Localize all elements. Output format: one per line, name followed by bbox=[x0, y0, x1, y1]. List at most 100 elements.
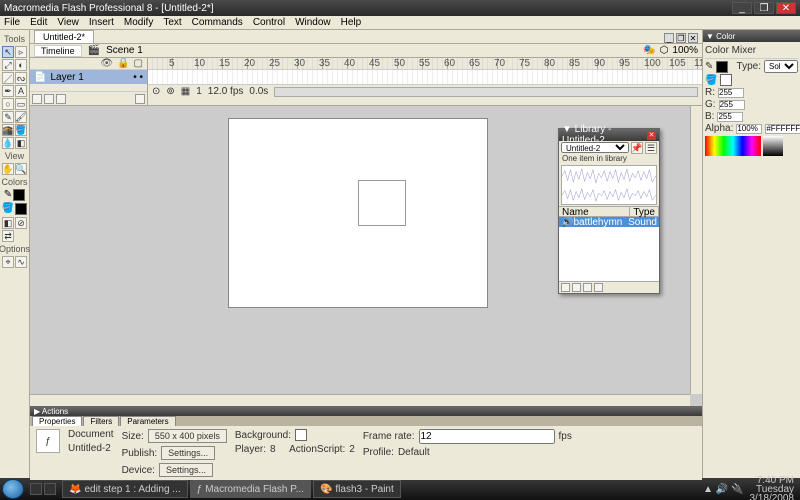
menu-insert[interactable]: Insert bbox=[89, 17, 114, 28]
edit-symbols-icon[interactable]: ⬡ bbox=[660, 45, 669, 56]
clock[interactable]: 7:40 PM Tuesday 3/18/2008 bbox=[750, 476, 795, 500]
stage-hscroll[interactable] bbox=[30, 394, 690, 406]
doc-minimize[interactable]: _ bbox=[664, 33, 674, 43]
tray-icons[interactable]: ▲ 🔊 🔌 bbox=[703, 484, 743, 495]
tab-parameters[interactable]: Parameters bbox=[120, 416, 175, 426]
close-button[interactable]: ✕ bbox=[776, 2, 796, 14]
start-button[interactable] bbox=[2, 479, 24, 499]
library-col-name[interactable]: Name bbox=[559, 207, 630, 216]
add-folder-button[interactable] bbox=[56, 94, 66, 104]
eraser-tool[interactable]: ◧ bbox=[15, 137, 27, 149]
edit-scene-icon[interactable]: 🎭 bbox=[643, 45, 655, 56]
menu-text[interactable]: Text bbox=[163, 17, 181, 28]
mixer-stroke-swatch[interactable] bbox=[716, 61, 728, 73]
eye-icon[interactable]: 👁 bbox=[100, 58, 113, 69]
b-input[interactable] bbox=[717, 112, 743, 122]
menu-commands[interactable]: Commands bbox=[192, 17, 243, 28]
zoom-value[interactable]: 100% bbox=[672, 45, 698, 56]
gradient-transform-tool[interactable]: ◐ bbox=[15, 59, 27, 71]
library-col-type[interactable]: Type bbox=[630, 207, 659, 216]
r-input[interactable] bbox=[718, 88, 744, 98]
free-transform-tool[interactable]: ⤢ bbox=[2, 59, 14, 71]
hex-input[interactable] bbox=[765, 124, 800, 134]
pencil-tool[interactable]: ✎ bbox=[2, 111, 14, 123]
oval-tool[interactable]: ○ bbox=[2, 98, 14, 110]
fill-type-select[interactable]: Solid bbox=[764, 60, 798, 73]
smooth-option[interactable]: ∿ bbox=[15, 256, 27, 268]
add-motion-guide-button[interactable] bbox=[44, 94, 54, 104]
bw-button[interactable]: ◧ bbox=[2, 217, 14, 229]
zoom-tool[interactable]: 🔍 bbox=[15, 163, 27, 175]
color-spectrum[interactable] bbox=[705, 136, 761, 156]
layer-row[interactable]: 📄 Layer 1 • • bbox=[30, 70, 147, 84]
g-input[interactable] bbox=[719, 100, 745, 110]
menu-control[interactable]: Control bbox=[253, 17, 285, 28]
snap-option[interactable]: ⌖ bbox=[2, 256, 14, 268]
scene-name[interactable]: Scene 1 bbox=[106, 45, 143, 56]
size-button[interactable]: 550 x 400 pixels bbox=[148, 429, 227, 443]
lock-icon[interactable]: 🔒 bbox=[117, 58, 129, 69]
brush-tool[interactable]: 🖌 bbox=[15, 111, 27, 123]
frame-ruler[interactable]: 5101520253035404550556065707580859095100… bbox=[148, 58, 702, 70]
eyedropper-tool[interactable]: 💧 bbox=[2, 137, 14, 149]
menu-view[interactable]: View bbox=[57, 17, 79, 28]
color-mixer-tab[interactable]: Color Mixer bbox=[705, 45, 756, 56]
library-list[interactable]: 🔊 battlehymn Sound bbox=[559, 217, 659, 281]
quick-ie-icon[interactable]: e bbox=[30, 483, 42, 495]
text-tool[interactable]: A bbox=[15, 85, 27, 97]
actions-panel-title[interactable]: ▶ Actions bbox=[30, 407, 702, 416]
ink-bottle-tool[interactable]: 🕋 bbox=[2, 124, 14, 136]
line-tool[interactable]: ／ bbox=[2, 72, 14, 84]
task-browser[interactable]: 🦊edit step 1 : Adding ... bbox=[62, 480, 188, 498]
task-paint[interactable]: 🎨flash3 - Paint bbox=[313, 480, 401, 498]
properties-button[interactable] bbox=[583, 283, 592, 292]
new-symbol-button[interactable] bbox=[561, 283, 570, 292]
color-panel-title[interactable]: ▼ Color bbox=[703, 30, 800, 42]
add-layer-button[interactable] bbox=[32, 94, 42, 104]
rectangle-tool[interactable]: ▭ bbox=[15, 98, 27, 110]
delete-item-button[interactable] bbox=[594, 283, 603, 292]
doc-restore[interactable]: ❐ bbox=[676, 33, 686, 43]
paint-bucket-tool[interactable]: 🪣 bbox=[15, 124, 27, 136]
onion-all-icon[interactable]: ⊚ bbox=[166, 86, 174, 97]
pen-tool[interactable]: ✒ bbox=[2, 85, 14, 97]
library-close-button[interactable]: ✕ bbox=[647, 131, 656, 140]
tab-filters[interactable]: Filters bbox=[83, 416, 119, 426]
onion-icon[interactable]: ⊙ bbox=[152, 86, 160, 97]
doc-close[interactable]: ✕ bbox=[688, 33, 698, 43]
edit-mult-icon[interactable]: ▦ bbox=[181, 86, 190, 97]
minimize-button[interactable]: _ bbox=[732, 2, 752, 14]
subselection-tool[interactable]: ▹ bbox=[15, 46, 27, 58]
stage-area[interactable]: ▼ Library - Untitled-2 ✕ Untitled-2 📌 ☰ … bbox=[30, 106, 702, 406]
selection-tool[interactable]: ↖ bbox=[2, 46, 14, 58]
alpha-input[interactable] bbox=[736, 124, 762, 134]
library-doc-select[interactable]: Untitled-2 bbox=[561, 142, 629, 153]
timeline-toggle[interactable]: Timeline bbox=[34, 45, 82, 57]
swap-button[interactable]: ⇄ bbox=[2, 230, 14, 242]
frames-track[interactable] bbox=[148, 70, 702, 84]
menu-help[interactable]: Help bbox=[341, 17, 362, 28]
mixer-fill-swatch[interactable] bbox=[720, 74, 732, 86]
quick-folder-icon[interactable]: ▣ bbox=[44, 483, 56, 495]
maximize-button[interactable]: ❐ bbox=[754, 2, 774, 14]
hand-tool[interactable]: ✋ bbox=[2, 163, 14, 175]
delete-layer-button[interactable] bbox=[135, 94, 145, 104]
stroke-swatch[interactable] bbox=[13, 189, 25, 201]
menu-file[interactable]: File bbox=[4, 17, 20, 28]
doc-tab[interactable]: Untitled-2* bbox=[34, 30, 94, 43]
background-swatch[interactable] bbox=[295, 429, 307, 441]
menu-window[interactable]: Window bbox=[295, 17, 331, 28]
menu-edit[interactable]: Edit bbox=[30, 17, 47, 28]
lasso-tool[interactable]: ᔓ bbox=[15, 72, 27, 84]
framerate-input[interactable] bbox=[419, 429, 555, 444]
publish-settings-button[interactable]: Settings... bbox=[161, 446, 215, 460]
tab-properties[interactable]: Properties bbox=[32, 416, 82, 426]
outline-icon[interactable]: ▢ bbox=[134, 58, 143, 69]
fill-swatch[interactable] bbox=[15, 203, 27, 215]
noc-button[interactable]: ⊘ bbox=[15, 217, 27, 229]
library-item[interactable]: 🔊 battlehymn Sound bbox=[559, 217, 659, 227]
timeline-scrollbar[interactable] bbox=[274, 87, 698, 97]
menu-modify[interactable]: Modify bbox=[124, 17, 153, 28]
value-ramp[interactable] bbox=[763, 136, 783, 156]
stage-vscroll[interactable] bbox=[690, 106, 702, 394]
